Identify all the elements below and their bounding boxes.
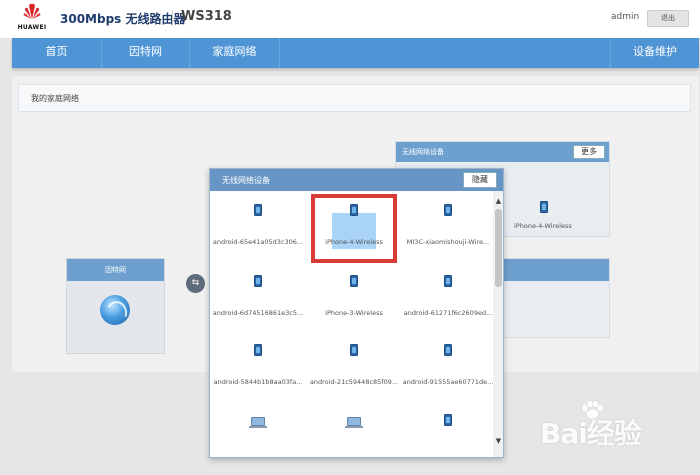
nav-item-home[interactable]: 首页 [12, 38, 102, 68]
scroll-up-arrow-icon[interactable]: ▲ [493, 197, 503, 205]
device-item[interactable]: android-5844b1b8aa03fa... [212, 339, 304, 409]
device-item[interactable]: android-21c59448c85f09... [308, 339, 400, 409]
laptop-icon [345, 417, 363, 428]
phone-icon [254, 344, 262, 356]
connection-swap-icon[interactable]: ⇆ [186, 274, 205, 293]
username: admin [611, 12, 640, 22]
popup-scrollbar[interactable]: ▲ ▼ [493, 191, 503, 457]
logo-text: HUAWEI [17, 24, 47, 31]
device-item[interactable] [212, 409, 304, 457]
globe-icon [100, 295, 130, 325]
wireless-card-device-name[interactable]: iPhone-4-Wireless [514, 222, 572, 230]
selection-highlight [311, 194, 397, 263]
breadcrumb: 我的家庭网络 [31, 94, 79, 103]
device-item[interactable]: android-91555ae60771de... [402, 339, 493, 409]
phone-icon [540, 201, 548, 213]
device-item[interactable]: android-6d74516861e3c5... [212, 270, 304, 340]
wireless-devices-popup: 无线网络设备 隐藏 android-65e41a05d3c306... iPho… [209, 168, 504, 458]
popup-header: 无线网络设备 隐藏 [210, 169, 503, 191]
hide-button[interactable]: 隐藏 [463, 172, 497, 188]
device-item[interactable]: android-65e41a05d3c306... [212, 199, 304, 269]
baidu-jingyan-watermark: Bai经验 jingyan.baidu.com [540, 398, 690, 458]
top-bar: HUAWEI 300Mbps 无线路由器 WS318 admin 退出 [0, 0, 700, 38]
device-name: android-6d74516861e3c5... [212, 309, 304, 317]
phone-icon [254, 204, 262, 216]
device-name: android-65e41a05d3c306... [212, 238, 304, 246]
nav-item-home-network[interactable]: 家庭网络 [190, 38, 280, 68]
model-name: WS318 [181, 9, 232, 24]
device-name: iPhone-3-Wireless [325, 309, 383, 317]
scroll-thumb[interactable] [495, 209, 502, 287]
product-name: 300Mbps 无线路由器 [60, 12, 186, 26]
breadcrumb-bar: 我的家庭网络 [18, 84, 691, 112]
phone-icon [444, 204, 452, 216]
logout-button[interactable]: 退出 [647, 10, 689, 27]
phone-icon [350, 275, 358, 287]
huawei-petals-icon [23, 3, 41, 19]
device-item[interactable]: android-61271f6c2609ed... [402, 270, 493, 340]
phone-icon [350, 344, 358, 356]
device-grid: android-65e41a05d3c306... iPhone-4-Wirel… [210, 191, 493, 457]
huawei-logo[interactable]: HUAWEI [14, 2, 50, 36]
phone-icon [444, 344, 452, 356]
device-name: android-21c59448c85f09... [309, 378, 399, 386]
device-name: android-5844b1b8aa03fa... [213, 378, 303, 386]
header-divider [172, 10, 173, 26]
phone-icon [444, 275, 452, 287]
device-name: android-91555ae60771de... [402, 378, 493, 386]
nav-item-device-maintenance[interactable]: 设备维护 [610, 38, 699, 68]
internet-card[interactable]: 因特网 [66, 258, 165, 354]
device-item[interactable]: iPhone-3-Wireless [308, 270, 400, 340]
more-button[interactable]: 更多 [573, 145, 605, 159]
internet-card-title: 因特网 [67, 259, 164, 281]
device-item[interactable] [308, 409, 400, 457]
watermark-url: jingyan.baidu.com [596, 442, 670, 451]
device-name: MI3C-xiaomishouji-Wire... [406, 238, 490, 246]
device-item[interactable] [402, 409, 493, 457]
device-name: android-61271f6c2609ed... [403, 309, 493, 317]
laptop-icon [249, 417, 267, 428]
secondary-card [500, 258, 610, 338]
scroll-down-arrow-icon[interactable]: ▼ [493, 437, 503, 445]
popup-title: 无线网络设备 [222, 176, 270, 185]
nav-item-internet[interactable]: 因特网 [102, 38, 190, 68]
phone-icon [444, 414, 452, 426]
phone-icon [254, 275, 262, 287]
device-item[interactable]: MI3C-xiaomishouji-Wire... [402, 199, 493, 269]
secondary-card-header [501, 259, 609, 281]
main-nav: 首页 因特网 家庭网络 设备维护 [12, 38, 699, 68]
